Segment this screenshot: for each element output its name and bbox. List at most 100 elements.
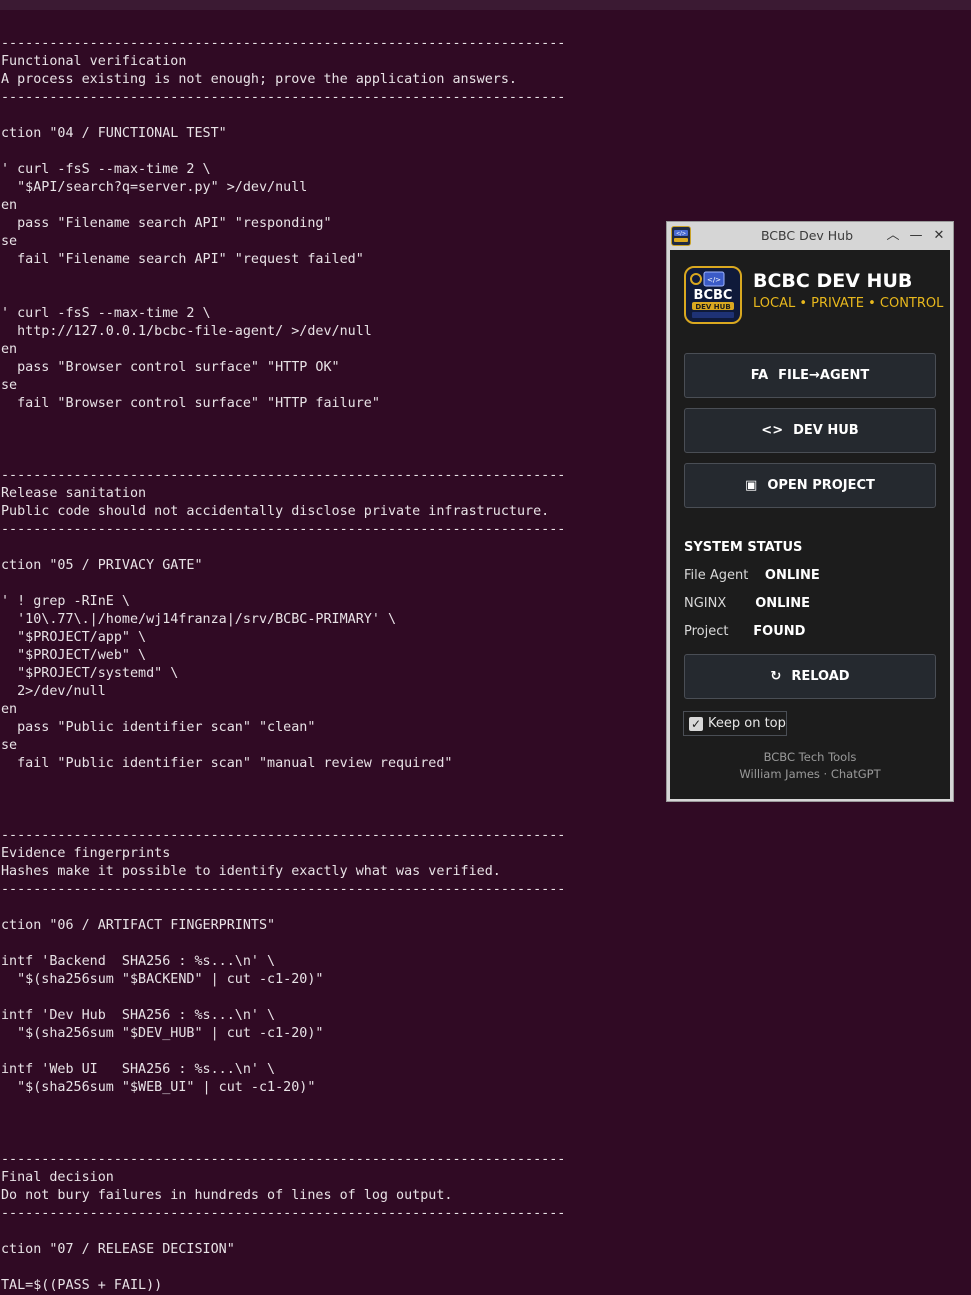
- reload-button[interactable]: ↻ RELOAD: [684, 654, 936, 699]
- terminal-line: pass "Filename search API" "responding": [1, 216, 332, 231]
- logo-text: BCBC: [693, 288, 733, 303]
- terminal-line: "$PROJECT/web" \: [1, 648, 147, 663]
- terminal-line: ----------------------------------------…: [1, 1152, 566, 1167]
- dev-hub-button[interactable]: <> DEV HUB: [684, 408, 936, 453]
- svg-text:</>: </>: [707, 276, 721, 284]
- window-titlebar[interactable]: </> BCBC Dev Hub ︿ — ✕: [667, 222, 953, 249]
- terminal-line: '10\.77\.|/home/wj14franza|/srv/BCBC-PRI…: [1, 612, 397, 627]
- terminal-line: intf 'Dev Hub SHA256 : %s...\n' \: [1, 1008, 276, 1023]
- terminal-line: ----------------------------------------…: [1, 36, 566, 51]
- close-icon: ✕: [933, 228, 945, 243]
- terminal-line: "$API/search?q=server.py" >/dev/null: [1, 180, 308, 195]
- project-icon: ▣: [745, 478, 758, 493]
- chevron-up-icon: ︿: [886, 228, 900, 243]
- terminal-line: ' curl -fsS --max-time 2 \: [1, 306, 211, 321]
- terminal-line: pass "Browser control surface" "HTTP OK": [1, 360, 340, 375]
- file-agent-button[interactable]: FA FILE→AGENT: [684, 353, 936, 398]
- minimize-icon: —: [909, 228, 923, 243]
- reload-label: RELOAD: [791, 669, 850, 684]
- keep-on-top-toggle[interactable]: ✓ Keep on top: [683, 711, 787, 736]
- terminal-line: se: [1, 738, 18, 753]
- logo-subtext: DEV HUB: [695, 303, 731, 311]
- terminal-line: A process existing is not enough; prove …: [1, 72, 517, 87]
- maximize-button[interactable]: ︿: [883, 226, 903, 246]
- terminal-line: en: [1, 702, 18, 717]
- status-row-project: Project FOUND: [684, 624, 805, 639]
- terminal-line: en: [1, 198, 18, 213]
- terminal-line: ' ! grep -RInE \: [1, 594, 130, 609]
- keep-on-top-label: Keep on top: [708, 716, 786, 731]
- fa-icon: FA: [750, 368, 769, 383]
- status-label: NGINX: [684, 596, 727, 611]
- terminal-line: fail "Filename search API" "request fail…: [1, 252, 364, 267]
- window-title: BCBC Dev Hub: [760, 228, 854, 243]
- terminal-line: ----------------------------------------…: [1, 828, 566, 843]
- dev-hub-window: </> BCBC Dev Hub ︿ — ✕ </> BCBC DEV HUB: [666, 221, 954, 802]
- status-value: ONLINE: [764, 568, 820, 583]
- close-button[interactable]: ✕: [929, 226, 949, 246]
- terminal-top-bar: [0, 0, 971, 10]
- terminal-line: pass "Public identifier scan" "clean": [1, 720, 316, 735]
- terminal-line: 2>/dev/null: [1, 684, 106, 699]
- hub-panel: </> BCBC DEV HUB BCBC DEV HUB LOCAL • PR…: [670, 250, 950, 799]
- terminal-line: "$PROJECT/systemd" \: [1, 666, 179, 681]
- terminal-line: fail "Public identifier scan" "manual re…: [1, 756, 453, 771]
- terminal-output[interactable]: ----------------------------------------…: [1, 35, 681, 1295]
- app-name: BCBC DEV HUB: [753, 270, 913, 292]
- terminal-line: Public code should not accidentally disc…: [1, 504, 550, 519]
- terminal-line: Hashes make it possible to identify exac…: [1, 864, 501, 879]
- terminal-line: http://127.0.0.1/bcbc-file-agent/ >/dev/…: [1, 324, 372, 339]
- keep-on-top-checkbox[interactable]: ✓: [689, 717, 703, 731]
- open-project-button[interactable]: ▣ OPEN PROJECT: [684, 463, 936, 508]
- terminal-line: ' curl -fsS --max-time 2 \: [1, 162, 211, 177]
- terminal-line: Functional verification: [1, 54, 187, 69]
- terminal-line: ----------------------------------------…: [1, 882, 566, 897]
- status-row-file-agent: File Agent ONLINE: [684, 568, 820, 583]
- terminal-line: "$(sha256sum "$DEV_HUB" | cut -c1-20)": [1, 1026, 324, 1041]
- terminal-line: Final decision: [1, 1170, 114, 1185]
- terminal-line: Evidence fingerprints: [1, 846, 171, 861]
- status-label: File Agent: [684, 568, 749, 583]
- terminal-line: fail "Browser control surface" "HTTP fai…: [1, 396, 380, 411]
- status-row-nginx: NGINX ONLINE: [684, 596, 810, 611]
- terminal-line: intf 'Web UI SHA256 : %s...\n' \: [1, 1062, 276, 1077]
- terminal-line: en: [1, 342, 18, 357]
- code-icon: <>: [761, 423, 784, 438]
- dev-hub-label: DEV HUB: [793, 423, 859, 438]
- terminal-line: ----------------------------------------…: [1, 90, 566, 105]
- footer-credits: William James · ChatGPT: [739, 767, 881, 781]
- terminal-line: "$PROJECT/app" \: [1, 630, 147, 645]
- terminal-line: Do not bury failures in hundreds of line…: [1, 1188, 453, 1203]
- status-label: Project: [684, 624, 729, 639]
- terminal-line: ction "04 / FUNCTIONAL TEST": [1, 126, 227, 141]
- minimize-button[interactable]: —: [906, 226, 926, 246]
- terminal-line: ----------------------------------------…: [1, 468, 566, 483]
- status-value: FOUND: [753, 624, 806, 639]
- terminal-line: intf 'Backend SHA256 : %s...\n' \: [1, 954, 276, 969]
- reload-icon: ↻: [770, 669, 782, 684]
- terminal-line: se: [1, 234, 18, 249]
- terminal-line: ----------------------------------------…: [1, 1206, 566, 1221]
- terminal-line: ction "05 / PRIVACY GATE": [1, 558, 203, 573]
- terminal-line: ction "06 / ARTIFACT FINGERPRINTS": [1, 918, 276, 933]
- terminal-line: Release sanitation: [1, 486, 147, 501]
- terminal-line: TAL=$((PASS + FAIL)): [1, 1278, 163, 1293]
